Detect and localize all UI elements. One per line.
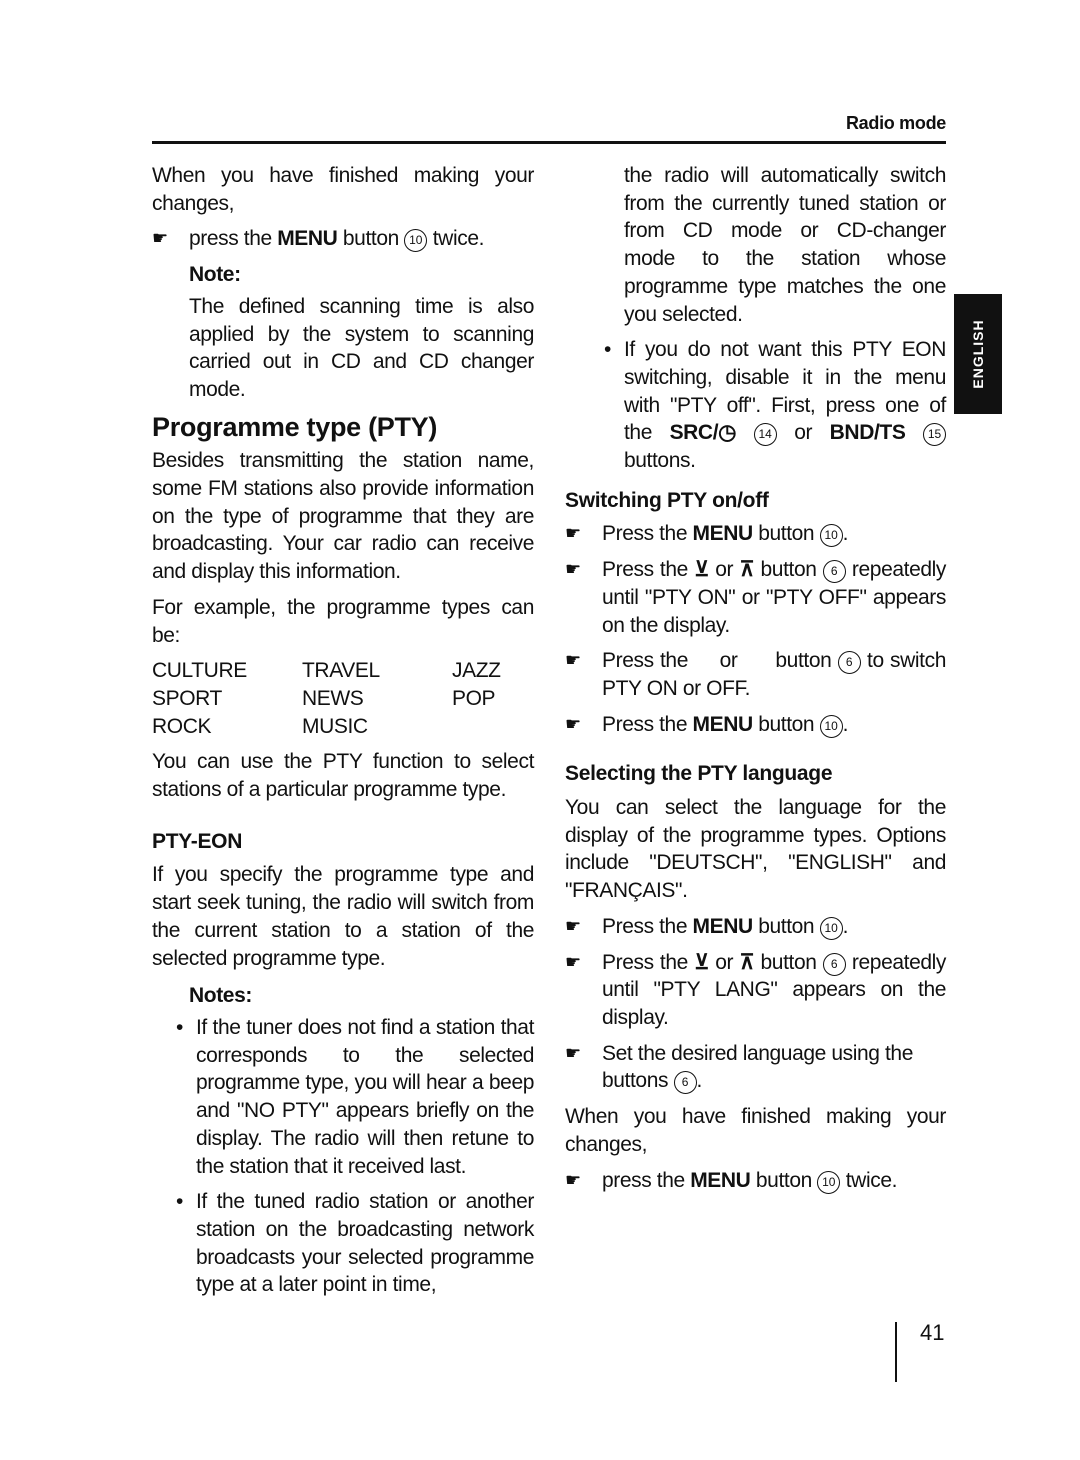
eon-off-note: • If you do not want this PTY EON switch… (604, 338, 947, 473)
button-number-badge: 15 (923, 423, 947, 447)
notes-heading: Notes: (189, 984, 252, 1008)
finish-text: When you have finished making your chang… (565, 1105, 946, 1156)
language-step: ☛ Press the ⊻ or ⊼ button 6 repeatedly u… (565, 950, 946, 1029)
programme-type: POP (452, 686, 496, 710)
running-header: Radio mode (845, 113, 946, 133)
pointing-hand-icon: ☛ (565, 1169, 581, 1190)
note-item: • If the tuned radio station or another … (176, 1190, 534, 1297)
down-arrow-icon: ⊻ (694, 558, 710, 582)
button-number-badge: 10 (819, 916, 843, 940)
pointing-hand-icon: ☛ (565, 915, 581, 936)
step-press-menu-twice: ☛ press the MENU button 10 twice. (152, 225, 534, 253)
button-number-badge: 6 (822, 560, 846, 584)
button-number-badge: 6 (837, 651, 861, 675)
switching-step: ☛ Press the MENU button 10. (565, 711, 946, 739)
finish-intro: When you have finished making your chang… (152, 164, 534, 215)
continuation-text: the radio will automatically switch from… (624, 164, 946, 326)
bullet-dot-icon: • (176, 1190, 183, 1214)
left-column: When you have finished making your chang… (152, 162, 534, 1299)
right-column: the radio will automatically switch from… (565, 162, 946, 1194)
button-number-badge: 10 (819, 714, 843, 738)
button-number-badge: 14 (753, 423, 777, 447)
programme-type (452, 713, 534, 741)
language-step: ☛ Press the MENU button 10. (565, 913, 946, 941)
switching-step: ☛ Press the or button 6 to switch PTY ON… (565, 649, 946, 700)
finish-step: ☛ press the MENU button 10 twice. (565, 1167, 946, 1195)
page-number: 41 (920, 1320, 945, 1345)
pointing-hand-icon: ☛ (565, 951, 581, 972)
pointing-hand-icon: ☛ (152, 228, 168, 249)
switching-step: ☛ Press the MENU button 10. (565, 520, 946, 548)
button-number-badge: 10 (404, 229, 428, 253)
clock-icon: ◷ (718, 421, 737, 445)
programme-type: TRAVEL (302, 659, 380, 683)
note-item: • If the tuner does not find a station t… (176, 1015, 534, 1178)
pty-eon-text: If you specify the programme type and st… (152, 863, 534, 970)
programme-types-grid: CULTURE TRAVEL JAZZ SPORT NEWS POP ROCK … (152, 657, 534, 740)
section-intro: Besides transmitting the station name, s… (152, 449, 534, 584)
note-text: The defined scanning time is also applie… (189, 294, 534, 401)
programme-type: MUSIC (302, 714, 368, 738)
programme-type: CULTURE (152, 659, 247, 683)
pointing-hand-icon: ☛ (565, 713, 581, 734)
pty-function-text: You can use the PTY function to select s… (152, 750, 534, 802)
pointing-hand-icon: ☛ (565, 650, 581, 671)
programme-type: NEWS (302, 686, 364, 710)
programme-type: SPORT (152, 686, 222, 710)
switching-step: ☛ Press the ⊻ or ⊼ button 6 repeatedly u… (565, 558, 946, 637)
programme-type: JAZZ (452, 659, 501, 683)
header-rule (152, 141, 946, 144)
switching-heading: Switching PTY on/off (565, 488, 769, 512)
pty-eon-heading: PTY-EON (152, 829, 243, 853)
example-lead: For example, the programme types can be: (152, 595, 534, 647)
language-heading: Selecting the PTY language (565, 762, 833, 786)
language-tab: ENGLISH (954, 294, 1002, 414)
language-step: ☛ Set the desired language using the but… (565, 1041, 913, 1095)
button-number-badge: 6 (673, 1071, 697, 1095)
button-number-badge: 6 (822, 952, 846, 976)
page-number-rule (895, 1322, 897, 1382)
up-arrow-icon: ⊼ (739, 558, 755, 582)
note-heading: Note: (189, 263, 241, 287)
button-number-badge: 10 (817, 1170, 841, 1194)
bullet-dot-icon: • (176, 1015, 183, 1039)
section-title: Programme type (PTY) (152, 411, 438, 442)
up-arrow-icon: ⊼ (739, 950, 755, 974)
programme-type: ROCK (152, 714, 212, 738)
down-arrow-icon: ⊻ (694, 950, 710, 974)
bullet-dot-icon: • (604, 338, 611, 362)
pointing-hand-icon: ☛ (565, 1042, 581, 1063)
language-tab-label: ENGLISH (970, 319, 986, 389)
pointing-hand-icon: ☛ (565, 559, 581, 580)
pointing-hand-icon: ☛ (565, 523, 581, 544)
language-intro: You can select the language for the disp… (565, 796, 946, 903)
button-number-badge: 10 (819, 524, 843, 548)
